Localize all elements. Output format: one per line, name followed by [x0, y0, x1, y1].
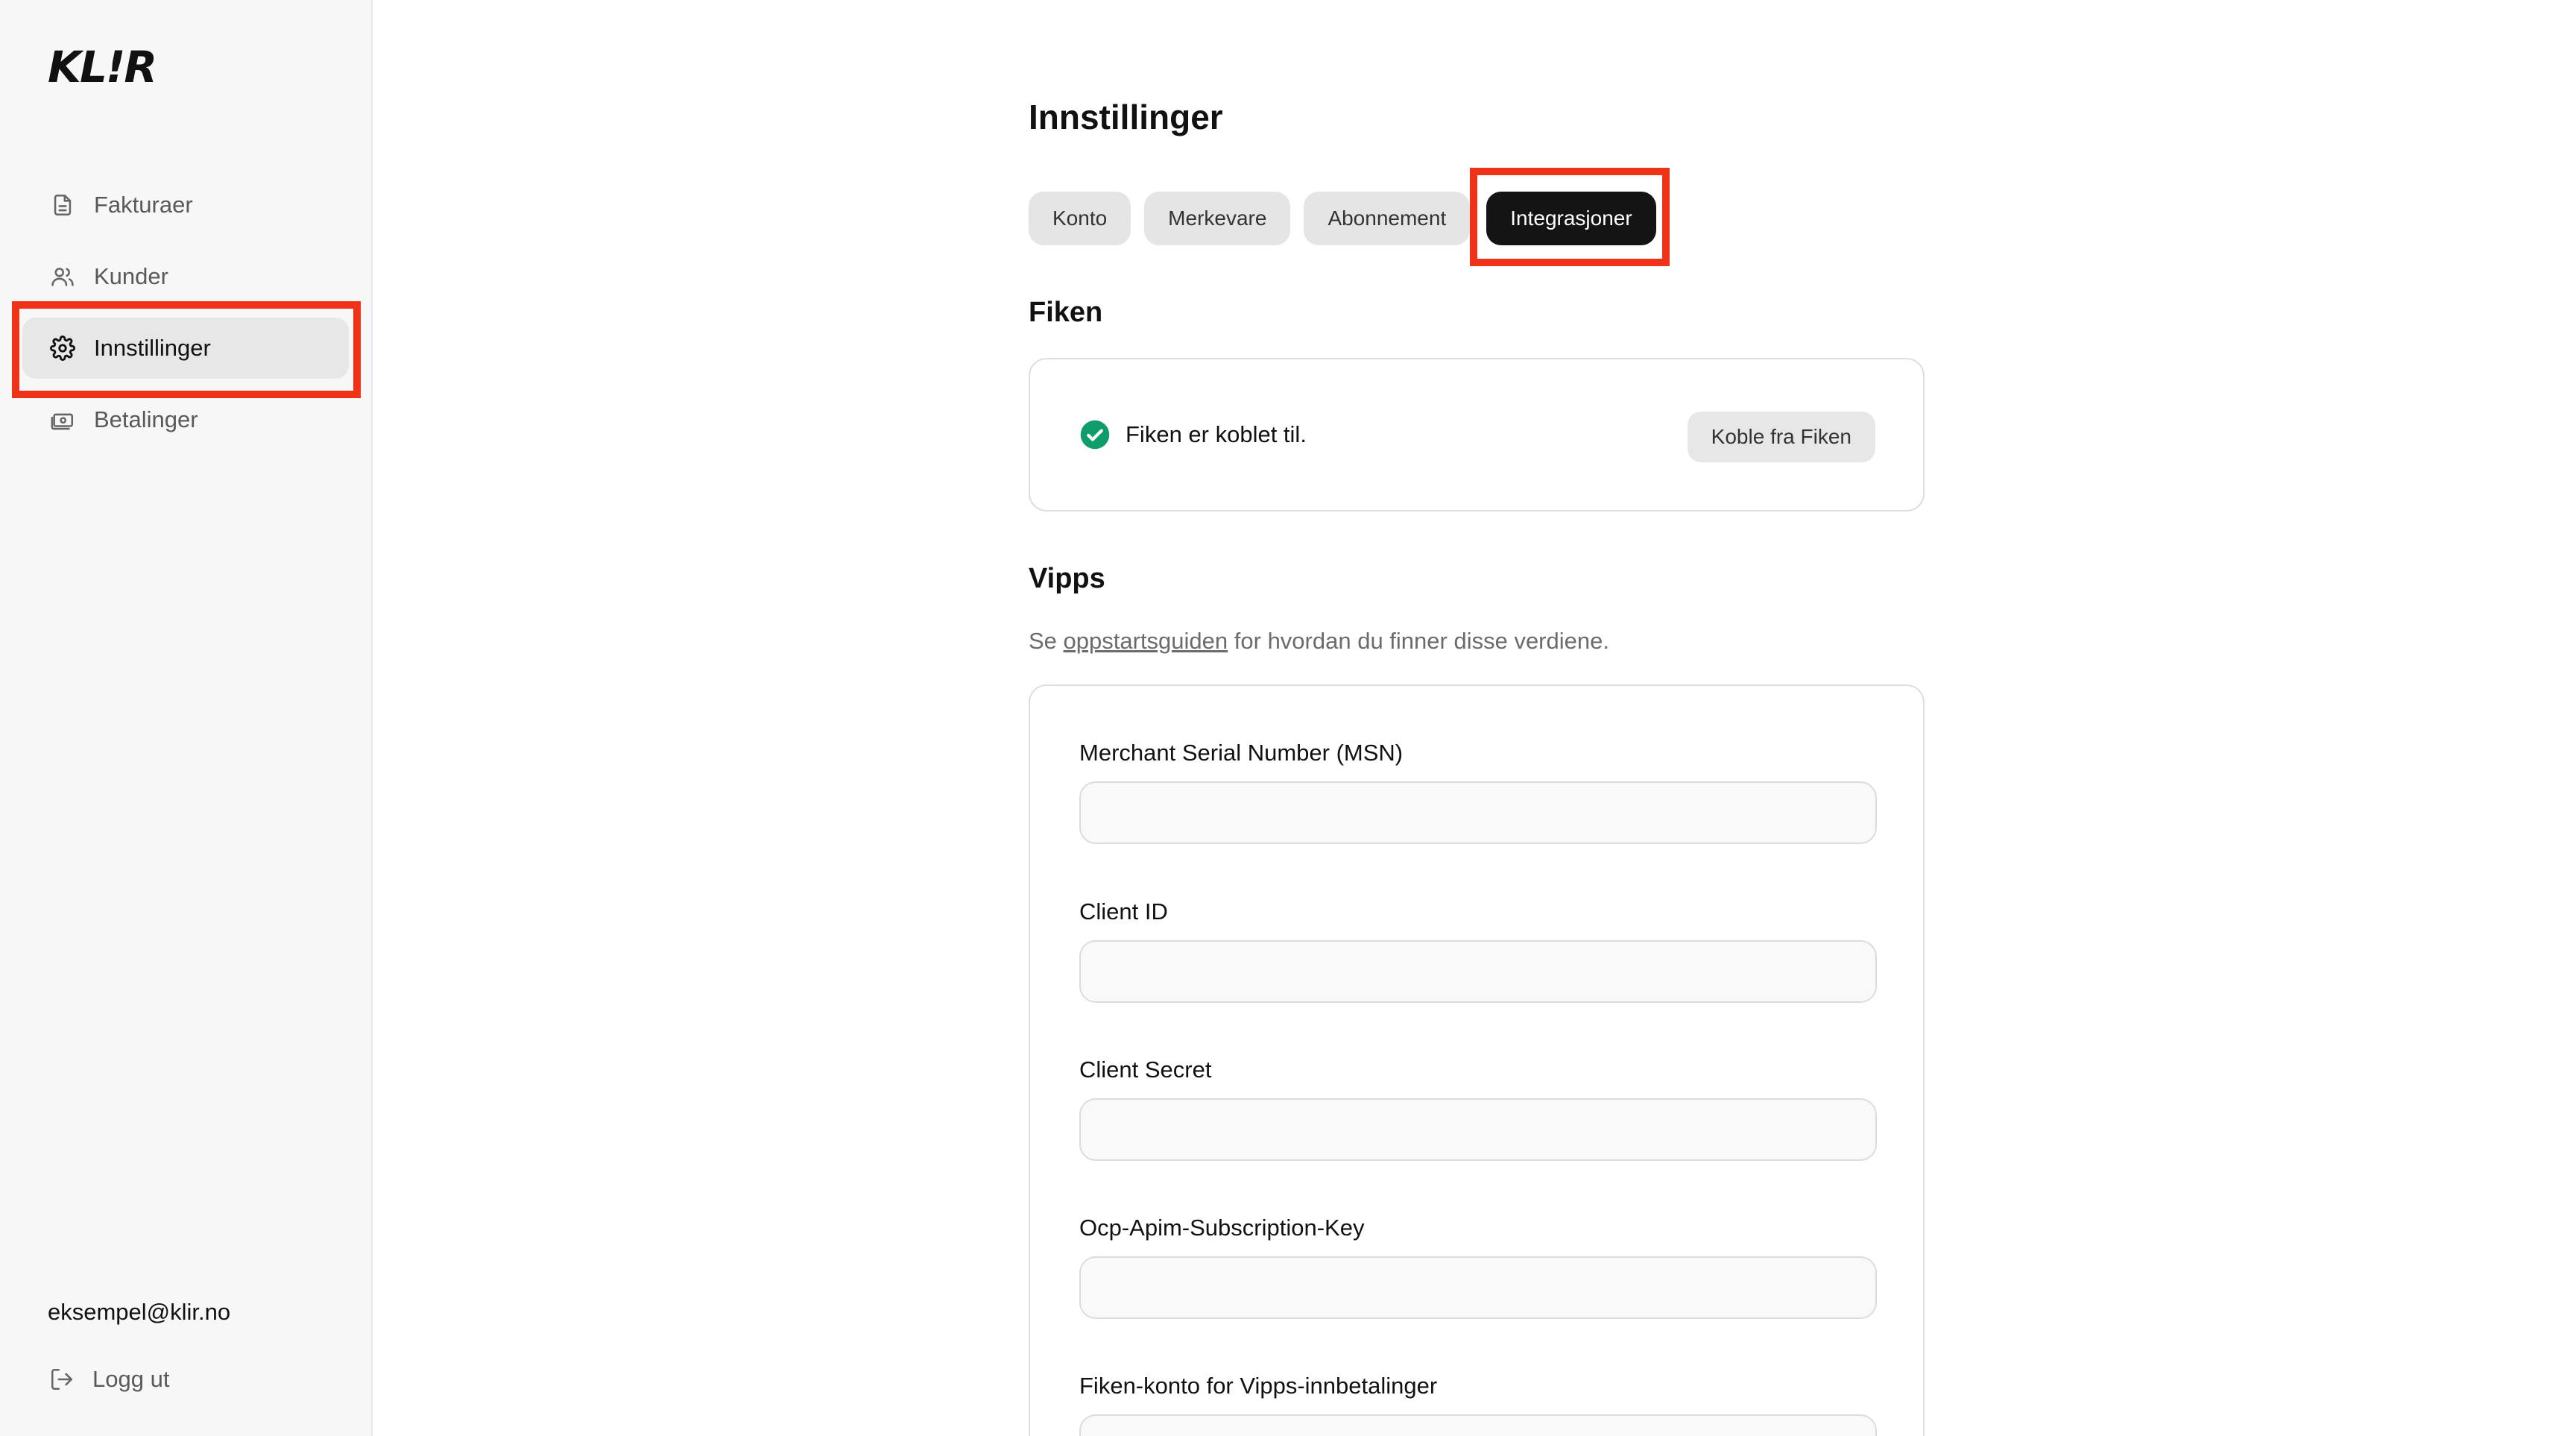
- fiken-card: Fiken er koblet til. Koble fra Fiken: [1029, 358, 1925, 511]
- guide-suffix: for hvordan du finner disse verdiene.: [1234, 628, 1609, 654]
- sidebar-item-fakturaer[interactable]: Fakturaer: [22, 174, 349, 236]
- sidebar: KL!R Fakturaer Kunder Innstillinger Beta…: [0, 0, 373, 1436]
- tab-konto[interactable]: Konto: [1029, 192, 1131, 245]
- sidebar-item-kunder[interactable]: Kunder: [22, 246, 349, 307]
- settings-tabs: Konto Merkevare Abonnement Integrasjoner: [1029, 192, 1656, 245]
- logout-button[interactable]: Logg ut: [49, 1366, 169, 1393]
- client-id-input[interactable]: [1079, 940, 1877, 1003]
- sidebar-nav: Fakturaer Kunder Innstillinger Betalinge…: [22, 174, 349, 461]
- klir-logo[interactable]: KL!R: [48, 42, 157, 92]
- user-email: eksempel@klir.no: [48, 1299, 231, 1325]
- gear-icon: [49, 335, 76, 362]
- app-root: KL!R Fakturaer Kunder Innstillinger Beta…: [0, 0, 2576, 1436]
- fiken-section-title: Fiken: [1029, 297, 1103, 328]
- client-secret-input[interactable]: [1079, 1098, 1877, 1161]
- fiken-status-text: Fiken er koblet til.: [1126, 421, 1307, 447]
- sidebar-item-label: Innstillinger: [94, 335, 211, 361]
- logout-label: Logg ut: [92, 1366, 170, 1392]
- fiken-status: Fiken er koblet til.: [1079, 419, 1307, 450]
- vipps-section-title: Vipps: [1029, 563, 1105, 594]
- logout-icon: [49, 1366, 76, 1393]
- sidebar-item-label: Fakturaer: [94, 192, 193, 218]
- subscription-key-input[interactable]: [1079, 1256, 1877, 1319]
- sidebar-item-label: Betalinger: [94, 406, 198, 432]
- sidebar-item-label: Kunder: [94, 263, 168, 289]
- client-secret-label: Client Secret: [1079, 1056, 1212, 1083]
- check-circle-icon: [1080, 420, 1110, 450]
- startup-guide-link[interactable]: oppstartsguiden: [1064, 628, 1228, 654]
- subscription-key-label: Ocp-Apim-Subscription-Key: [1079, 1215, 1365, 1241]
- disconnect-fiken-button[interactable]: Koble fra Fiken: [1687, 412, 1875, 462]
- client-id-label: Client ID: [1079, 898, 1168, 925]
- sidebar-item-innstillinger[interactable]: Innstillinger: [22, 318, 349, 379]
- vipps-card: Merchant Serial Number (MSN) Client ID C…: [1029, 684, 1925, 1436]
- fiken-account-select[interactable]: Vipps (1920:10002): [1079, 1414, 1877, 1436]
- msn-input[interactable]: [1079, 781, 1877, 844]
- tab-integrasjoner[interactable]: Integrasjoner: [1486, 192, 1656, 245]
- sidebar-item-betalinger[interactable]: Betalinger: [22, 389, 349, 450]
- fiken-account-label: Fiken-konto for Vipps-innbetalinger: [1079, 1373, 1438, 1399]
- msn-label: Merchant Serial Number (MSN): [1079, 740, 1404, 766]
- vipps-guide-text: Se oppstartsguiden for hvordan du finner…: [1029, 628, 1609, 655]
- tab-merkevare[interactable]: Merkevare: [1144, 192, 1291, 245]
- guide-prefix: Se: [1029, 628, 1057, 654]
- page-title: Innstillinger: [1029, 98, 1223, 136]
- document-icon: [49, 192, 76, 218]
- tab-abonnement[interactable]: Abonnement: [1304, 192, 1471, 245]
- banknote-icon: [49, 406, 76, 433]
- users-icon: [49, 263, 76, 290]
